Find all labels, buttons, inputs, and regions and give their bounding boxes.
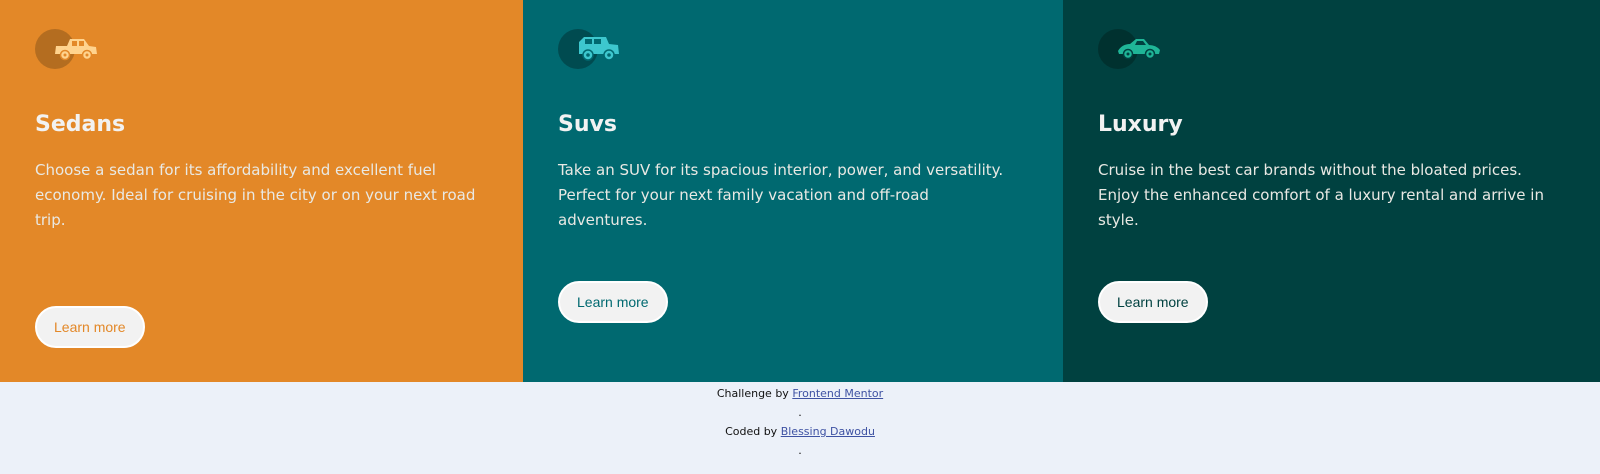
attribution-challenge: Challenge by Frontend Mentor bbox=[0, 384, 1600, 403]
author-link[interactable]: Blessing Dawodu bbox=[781, 425, 875, 438]
card-suvs: Suvs Take an SUV for its spacious interi… bbox=[523, 0, 1063, 382]
attribution-coded-by: Coded by Blessing Dawodu bbox=[0, 422, 1600, 441]
luxury-car-icon bbox=[1098, 28, 1168, 70]
card-title: Luxury bbox=[1098, 112, 1183, 137]
card-title: Sedans bbox=[35, 112, 126, 137]
learn-more-button-suvs[interactable]: Learn more bbox=[558, 281, 668, 323]
card-title: Suvs bbox=[558, 112, 617, 137]
card-description: Choose a sedan for its affordability and… bbox=[35, 161, 476, 230]
learn-more-button-sedans[interactable]: Learn more bbox=[35, 306, 145, 348]
attribution-separator: . bbox=[798, 406, 802, 419]
card-luxury: Luxury Cruise in the best car brands wit… bbox=[1063, 0, 1600, 382]
suv-icon bbox=[558, 28, 628, 70]
product-cards: Sedans Choose a sedan for its affordabil… bbox=[0, 0, 1600, 382]
card-description: Take an SUV for its spacious interior, p… bbox=[558, 161, 1004, 230]
attribution: Challenge by Frontend Mentor . Coded by … bbox=[0, 382, 1600, 460]
sedan-icon bbox=[35, 28, 105, 70]
card-sedans: Sedans Choose a sedan for its affordabil… bbox=[0, 0, 523, 382]
learn-more-button-luxury[interactable]: Learn more bbox=[1098, 281, 1208, 323]
challenge-prefix: Challenge by bbox=[716, 387, 789, 400]
luxury-car-icon-graphic bbox=[1118, 39, 1160, 60]
sedan-icon-graphic bbox=[55, 39, 97, 61]
card-description: Cruise in the best car brands without th… bbox=[1098, 161, 1544, 230]
coded-prefix: Coded by bbox=[725, 425, 778, 438]
frontend-mentor-link[interactable]: Frontend Mentor bbox=[792, 387, 883, 400]
attribution-separator: . bbox=[798, 444, 802, 457]
suv-icon-graphic bbox=[579, 37, 619, 61]
